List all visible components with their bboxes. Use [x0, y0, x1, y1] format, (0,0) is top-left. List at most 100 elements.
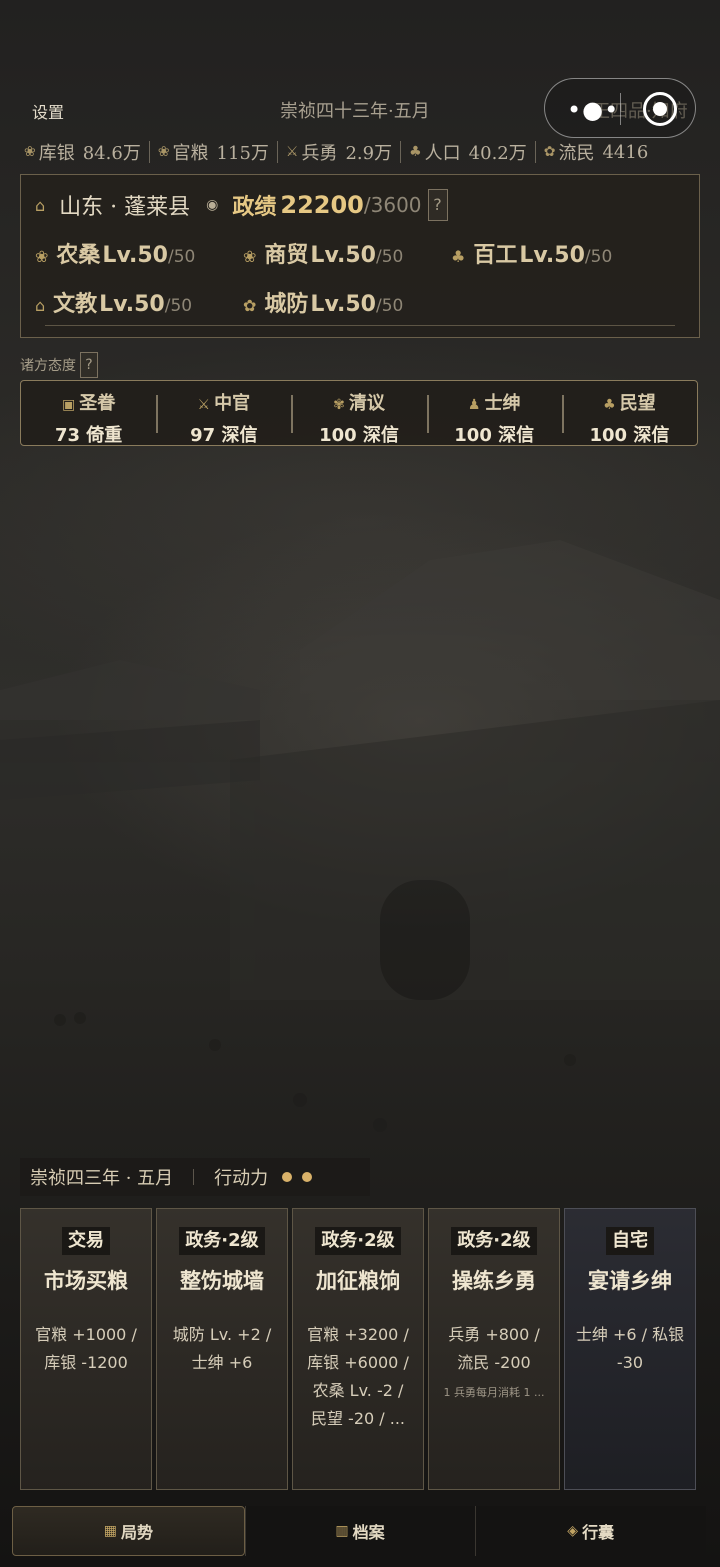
grain-icon: ❀ — [157, 144, 170, 160]
panel-divider — [45, 325, 675, 326]
action-card-train-militia[interactable]: 政务·2级 操练乡勇 兵勇 +800 / 流民 -200 1 兵勇每月消耗 1 … — [428, 1208, 560, 1490]
close-mini-program-icon[interactable] — [643, 92, 677, 126]
attitude-name: 士绅 — [484, 393, 521, 414]
resource-silver: ❀ 库银 84.6万 — [24, 139, 141, 165]
attitude-eunuchs[interactable]: ⚔ 中官 97 深信 — [156, 381, 291, 446]
card-tag: 交易 — [62, 1227, 110, 1255]
card-effects: 官粮 +1000 / 库银 -1200 — [21, 1321, 151, 1377]
attitude-name: 圣眷 — [79, 393, 116, 414]
card-title: 操练乡勇 — [452, 1269, 536, 1293]
divider — [400, 141, 402, 163]
card-effect: 士绅 +6 — [191, 1353, 253, 1372]
bottom-nav: ▦ 局势 ▥ 档案 ◈ 行囊 — [12, 1506, 706, 1556]
level-value: Lv.50 — [102, 243, 168, 268]
resource-label: 官粮 — [172, 143, 209, 164]
attitude-name: 中官 — [214, 393, 251, 414]
level-education[interactable]: ⌂ 文教 Lv.50 /50 — [35, 286, 192, 318]
card-title: 整饬城墙 — [180, 1269, 264, 1293]
card-title: 加征粮饷 — [316, 1269, 400, 1293]
action-card-levy-grain[interactable]: 政务·2级 加征粮饷 官粮 +3200 / 库银 +6000 / 农桑 Lv. … — [292, 1208, 424, 1490]
attitudes-help-button[interactable]: ? — [80, 352, 98, 378]
divider — [148, 141, 150, 163]
more-menu-icon[interactable]: •●• — [567, 96, 619, 124]
current-date: 崇祯四十三年·五月 — [280, 101, 430, 122]
education-icon: ⌂ — [35, 296, 46, 315]
level-max: /50 — [375, 296, 404, 316]
tab-situation[interactable]: ▦ 局势 — [12, 1506, 245, 1556]
settings-button[interactable]: 设置 — [32, 99, 64, 123]
action-card-host-gentry[interactable]: 自宅 宴请乡绅 士绅 +6 / 私银 -30 — [564, 1208, 696, 1490]
card-effect: 库银 -1200 — [44, 1353, 128, 1372]
card-effect: 农桑 Lv. -2 / — [312, 1381, 404, 1400]
attitude-value: 100 深信 — [589, 425, 670, 446]
attitude-emperor[interactable]: ▣ 圣眷 73 倚重 — [21, 381, 156, 446]
region-location: 山东 · 蓬莱县 — [59, 195, 191, 220]
edict-icon: ▣ — [61, 397, 76, 413]
card-tag: 政务·2级 — [451, 1227, 537, 1255]
card-title: 市场买粮 — [44, 1269, 128, 1293]
level-value: Lv.50 — [519, 243, 585, 268]
resource-population: ♣ 人口 40.2万 — [409, 139, 527, 165]
resource-value: 84.6万 — [82, 143, 141, 164]
level-max: /50 — [584, 247, 613, 267]
attitude-value: 100 深信 — [454, 425, 535, 446]
scholar-icon: ✾ — [333, 397, 345, 413]
divider — [193, 1169, 195, 1185]
card-effect: 民望 -20 / ... — [310, 1409, 406, 1428]
card-effect: 库银 +6000 / — [307, 1353, 409, 1372]
region-header: ⌂ 山东 · 蓬莱县 ◉ 政绩 22200 /3600 ? — [35, 189, 448, 221]
performance-help-button[interactable]: ? — [427, 189, 448, 221]
card-tag: 政务·2级 — [179, 1227, 265, 1255]
level-commerce[interactable]: ❀ 商贸 Lv.50 /50 — [243, 237, 403, 269]
attitude-people[interactable]: ♣ 民望 100 深信 — [561, 381, 697, 446]
performance-max: /3600 — [363, 193, 422, 217]
resource-soldiers: ⚔ 兵勇 2.9万 — [286, 139, 392, 165]
attitude-value: 100 深信 — [319, 425, 399, 446]
card-effects: 士绅 +6 / 私银 -30 — [565, 1321, 695, 1377]
card-tag: 自宅 — [606, 1227, 654, 1255]
card-tag: 政务·2级 — [315, 1227, 401, 1255]
card-effect: 兵勇 +800 / — [448, 1325, 540, 1344]
performance-label: 政绩 — [232, 195, 277, 220]
level-max: /50 — [375, 247, 404, 267]
divider — [534, 141, 536, 163]
card-effects: 兵勇 +800 / 流民 -200 1 兵勇每月消耗 1 ... — [429, 1321, 559, 1407]
crafts-icon: ♣ — [451, 247, 466, 266]
turn-status: 崇祯四三年 · 五月 行动力 — [20, 1158, 370, 1196]
tab-archive[interactable]: ▥ 档案 — [244, 1506, 476, 1556]
resource-label: 流民 — [558, 143, 595, 164]
attitudes-title: 诸方态度 — [20, 358, 76, 374]
action-points-pips — [282, 1172, 313, 1182]
level-max: /50 — [164, 296, 193, 316]
resource-label: 兵勇 — [301, 143, 338, 164]
resource-value: 4416 — [602, 141, 649, 163]
card-effect: 官粮 +1000 / — [35, 1325, 137, 1344]
action-card-buy-grain[interactable]: 交易 市场买粮 官粮 +1000 / 库银 -1200 — [20, 1208, 152, 1490]
level-value: Lv.50 — [99, 292, 165, 317]
tab-bag[interactable]: ◈ 行囊 — [475, 1506, 706, 1556]
soldier-icon: ⚔ — [285, 144, 299, 160]
performance-value: 22200 — [280, 191, 364, 219]
commerce-icon: ❀ — [243, 247, 257, 266]
resource-bar: ❀ 库银 84.6万 ❀ 官粮 115万 ⚔ 兵勇 2.9万 ♣ 人口 40.2… — [24, 139, 704, 165]
action-card-repair-walls[interactable]: 政务·2级 整饬城墙 城防 Lv. +2 / 士绅 +6 — [156, 1208, 288, 1490]
level-defense[interactable]: ✿ 城防 Lv.50 /50 — [243, 286, 403, 318]
card-effect: 流民 -200 — [457, 1353, 531, 1372]
level-name: 农桑 — [56, 243, 101, 268]
attitude-gentry[interactable]: ♟ 士绅 100 深信 — [426, 381, 562, 446]
resource-value: 115万 — [216, 143, 269, 164]
divider — [276, 141, 278, 163]
resource-refugees: ✿ 流民 4416 — [544, 139, 649, 165]
bag-icon: ◈ — [567, 1523, 579, 1539]
mini-program-capsule: •●• — [544, 78, 696, 138]
attitude-scholars[interactable]: ✾ 清议 100 深信 — [291, 381, 426, 446]
people-icon: ♣ — [603, 397, 616, 413]
action-point-pip — [282, 1172, 293, 1182]
level-agriculture[interactable]: ❀ 农桑 Lv.50 /50 — [35, 237, 195, 269]
card-effect: 士绅 +6 / 私银 — [575, 1325, 685, 1344]
city-defense-icon: ✿ — [243, 296, 257, 315]
level-name: 商贸 — [264, 243, 309, 268]
level-crafts[interactable]: ♣ 百工 Lv.50 /50 — [451, 237, 612, 269]
attitude-name: 民望 — [619, 393, 656, 414]
silver-icon: ❀ — [24, 144, 36, 160]
